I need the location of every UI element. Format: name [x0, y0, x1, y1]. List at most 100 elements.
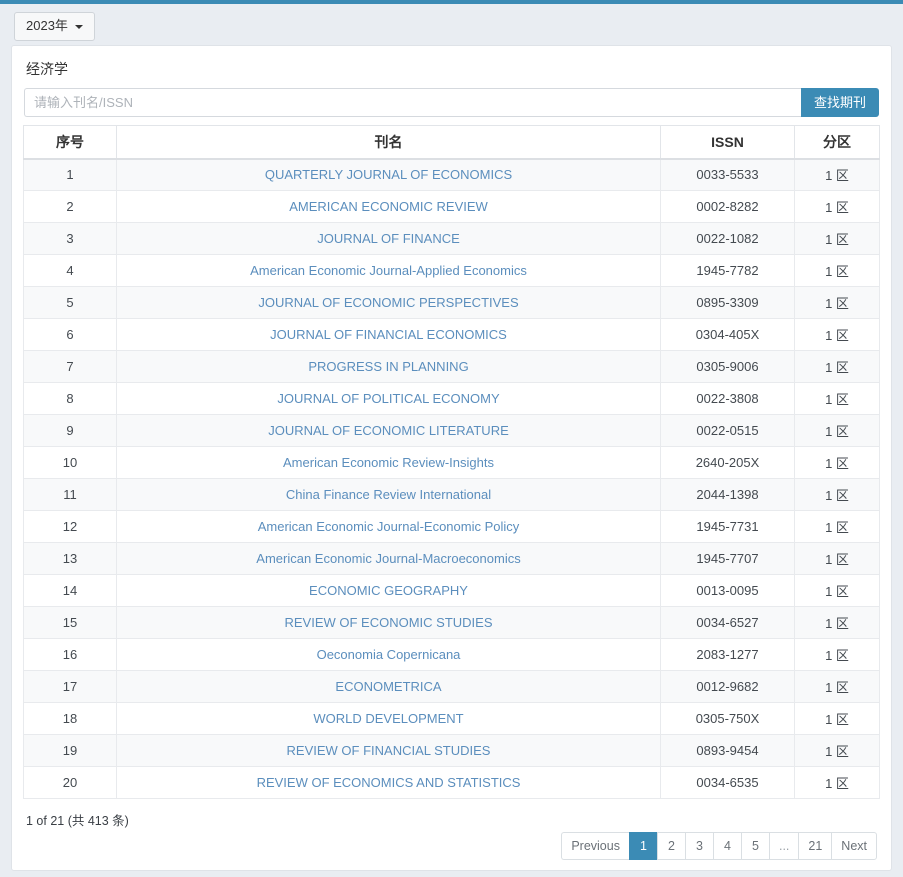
journal-link[interactable]: PROGRESS IN PLANNING	[308, 359, 468, 374]
cell-issn: 0034-6527	[660, 606, 795, 640]
journal-link[interactable]: American Economic Review-Insights	[283, 455, 494, 470]
table-row: 18 WORLD DEVELOPMENT 0305-750X 1 区	[23, 702, 880, 736]
cell-index: 11	[23, 478, 117, 512]
column-header-name: 刊名	[116, 125, 661, 160]
cell-index: 18	[23, 702, 117, 736]
journal-link[interactable]: ECONOMETRICA	[335, 679, 441, 694]
cell-journal-name: China Finance Review International	[116, 478, 661, 512]
cell-journal-name: AMERICAN ECONOMIC REVIEW	[116, 190, 661, 224]
cell-zone: 1 区	[794, 350, 880, 384]
cell-zone: 1 区	[794, 446, 880, 480]
table-row: 15 REVIEW OF ECONOMIC STUDIES 0034-6527 1 区	[23, 606, 880, 640]
cell-issn: 0012-9682	[660, 670, 795, 704]
journal-link[interactable]: AMERICAN ECONOMIC REVIEW	[289, 199, 488, 214]
table-row: 12 American Economic Journal-Economic Pol…	[23, 510, 880, 544]
search-input[interactable]	[24, 88, 801, 118]
cell-index: 12	[23, 510, 117, 544]
table-row: 17 ECONOMETRICA 0012-9682 1 区	[23, 670, 880, 704]
table-row: 1 QUARTERLY JOURNAL OF ECONOMICS 0033-5533…	[23, 158, 880, 192]
cell-zone: 1 区	[794, 542, 880, 576]
cell-issn: 0022-1082	[660, 222, 795, 256]
journal-link[interactable]: JOURNAL OF ECONOMIC LITERATURE	[268, 423, 509, 438]
cell-issn: 0013-0095	[660, 574, 795, 608]
table-row: 19 REVIEW OF FINANCIAL STUDIES 0893-9454 1 …	[23, 734, 880, 768]
pagination: Previous 1 2 3 4 5... 21 Next	[561, 832, 877, 860]
pagination-page-1[interactable]: 1	[628, 832, 657, 860]
pagination-page-5[interactable]: 5	[740, 832, 769, 860]
cell-issn: 0895-3309	[660, 286, 795, 320]
cell-issn: 0034-6535	[660, 766, 795, 800]
cell-issn: 2640-205X	[660, 446, 795, 480]
journal-link[interactable]: JOURNAL OF POLITICAL ECONOMY	[277, 391, 499, 406]
year-dropdown[interactable]: 2023年	[14, 12, 95, 41]
cell-issn: 0002-8282	[660, 190, 795, 224]
cell-index: 4	[23, 254, 117, 288]
table-header-row: 序号 刊名 ISSN 分区	[23, 125, 880, 160]
cell-journal-name: American Economic Journal-Applied Econom…	[116, 254, 661, 288]
journal-table-wrap: 序号 刊名 ISSN 分区 1 QUARTERLY JOURNAL OF ECON…	[12, 125, 891, 800]
pagination-page-21[interactable]: 21	[798, 832, 832, 860]
journal-link[interactable]: WORLD DEVELOPMENT	[313, 711, 463, 726]
cell-journal-name: WORLD DEVELOPMENT	[116, 702, 661, 736]
cell-index: 17	[23, 670, 117, 704]
journal-link[interactable]: REVIEW OF ECONOMICS AND STATISTICS	[257, 775, 521, 790]
cell-index: 15	[23, 606, 117, 640]
pagination-next[interactable]: Next	[831, 832, 877, 860]
cell-index: 19	[23, 734, 117, 768]
cell-index: 2	[23, 190, 117, 224]
cell-zone: 1 区	[794, 734, 880, 768]
table-body: 1 QUARTERLY JOURNAL OF ECONOMICS 0033-5533…	[23, 158, 880, 800]
cell-index: 10	[23, 446, 117, 480]
cell-zone: 1 区	[794, 286, 880, 320]
journal-link[interactable]: American Economic Journal-Economic Polic…	[258, 519, 520, 534]
journal-link[interactable]: JOURNAL OF FINANCE	[317, 231, 460, 246]
cell-issn: 1945-7731	[660, 510, 795, 544]
journal-link[interactable]: REVIEW OF FINANCIAL STUDIES	[287, 743, 491, 758]
cell-zone: 1 区	[794, 158, 880, 192]
table-row: 9 JOURNAL OF ECONOMIC LITERATURE 0022-0515…	[23, 414, 880, 448]
cell-index: 8	[23, 382, 117, 416]
journal-link[interactable]: REVIEW OF ECONOMIC STUDIES	[284, 615, 492, 630]
cell-zone: 1 区	[794, 318, 880, 352]
journal-link[interactable]: JOURNAL OF FINANCIAL ECONOMICS	[270, 327, 507, 342]
table-row: 6 JOURNAL OF FINANCIAL ECONOMICS 0304-405X…	[23, 318, 880, 352]
pagination-page-4[interactable]: 4	[712, 832, 741, 860]
cell-index: 20	[23, 766, 117, 800]
journal-link[interactable]: JOURNAL OF ECONOMIC PERSPECTIVES	[258, 295, 518, 310]
cell-zone: 1 区	[794, 574, 880, 608]
cell-issn: 1945-7707	[660, 542, 795, 576]
cell-journal-name: PROGRESS IN PLANNING	[116, 350, 661, 384]
journal-link[interactable]: QUARTERLY JOURNAL OF ECONOMICS	[265, 167, 512, 182]
journal-link[interactable]: American Economic Journal-Macroeconomics	[256, 551, 520, 566]
search-journal-button[interactable]: 查找期刊	[800, 88, 879, 118]
pagination-previous[interactable]: Previous	[561, 832, 629, 860]
cell-journal-name: JOURNAL OF ECONOMIC LITERATURE	[116, 414, 661, 448]
table-row: 2 AMERICAN ECONOMIC REVIEW 0002-8282 1 区	[23, 190, 880, 224]
journal-link[interactable]: China Finance Review International	[286, 487, 491, 502]
table-row: 10 American Economic Review-Insights 2640-…	[23, 446, 880, 480]
pagination-page-3[interactable]: 3	[684, 832, 713, 860]
cell-index: 7	[23, 350, 117, 384]
cell-zone: 1 区	[794, 254, 880, 288]
cell-journal-name: ECONOMETRICA	[116, 670, 661, 704]
cell-zone: 1 区	[794, 510, 880, 544]
journal-link[interactable]: American Economic Journal-Applied Econom…	[250, 263, 527, 278]
journal-link[interactable]: Oeconomia Copernicana	[317, 647, 461, 662]
cell-index: 13	[23, 542, 117, 576]
cell-index: 16	[23, 638, 117, 672]
cell-zone: 1 区	[794, 766, 880, 800]
cell-index: 1	[23, 158, 117, 192]
search-row: 查找期刊	[12, 88, 891, 118]
cell-journal-name: American Economic Journal-Economic Polic…	[116, 510, 661, 544]
cell-zone: 1 区	[794, 638, 880, 672]
table-row: 20 REVIEW OF ECONOMICS AND STATISTICS 0034…	[23, 766, 880, 800]
cell-index: 14	[23, 574, 117, 608]
pagination-page-2[interactable]: 2	[656, 832, 685, 860]
journal-link[interactable]: ECONOMIC GEOGRAPHY	[309, 583, 468, 598]
table-row: 7 PROGRESS IN PLANNING 0305-9006 1 区	[23, 350, 880, 384]
cell-zone: 1 区	[794, 670, 880, 704]
pagination-ellipsis: ...	[768, 832, 799, 860]
cell-journal-name: QUARTERLY JOURNAL OF ECONOMICS	[116, 158, 661, 192]
cell-index: 9	[23, 414, 117, 448]
cell-journal-name: REVIEW OF ECONOMIC STUDIES	[116, 606, 661, 640]
